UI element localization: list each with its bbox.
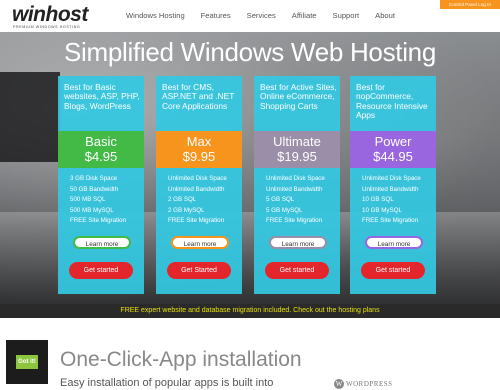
plan-price: $9.95	[182, 149, 216, 164]
cookie-consent-box: Got it!	[6, 340, 48, 384]
get-started-button[interactable]: Get started	[69, 262, 133, 279]
get-started-button[interactable]: Get Started	[167, 262, 231, 279]
plan-price-band: Ultimate $19.95	[254, 131, 340, 168]
feature-item: 2 GB MySQL	[168, 206, 205, 214]
plan-name: Ultimate	[273, 134, 321, 149]
one-click-section: One-Click-App installation Easy installa…	[0, 318, 500, 390]
feature-item: Unlimited Disk Space	[266, 175, 325, 182]
plan-features: Unlimited Disk Space Unlimited Bandwidth…	[362, 174, 421, 227]
learn-more-button[interactable]: Learn more	[171, 236, 229, 249]
feature-item: 500 MB SQL	[70, 196, 106, 203]
feature-item: 500 MB MySQL	[70, 206, 114, 214]
plan-features: Unlimited Disk Space Unlimited Bandwidth…	[266, 174, 325, 227]
plan-card-ultimate: Best for Active Sites, Online eCommerce,…	[254, 76, 340, 294]
nav-features[interactable]: Features	[201, 11, 231, 20]
nav-support[interactable]: Support	[333, 11, 360, 20]
plan-features: Unlimited Disk Space Unlimited Bandwidth…	[168, 174, 227, 227]
migration-promo-bar[interactable]: FREE expert website and database migrati…	[0, 304, 500, 318]
plan-description: Best for CMS, ASP.NET and .NET Core Appl…	[162, 82, 235, 111]
plan-price: $19.95	[277, 149, 317, 164]
nav-windows-hosting[interactable]: Windows Hosting	[126, 11, 185, 20]
plan-name: Max	[186, 134, 212, 149]
feature-item: Unlimited Disk Space	[362, 175, 421, 182]
one-click-title: One-Click-App installation	[60, 348, 302, 371]
control-panel-login-button[interactable]: Control Panel Log In	[440, 0, 500, 9]
feature-item: 50 GB Bandwidth	[70, 185, 119, 193]
feature-item: Unlimited Bandwidth	[168, 185, 225, 193]
learn-more-button[interactable]: Learn more	[73, 236, 131, 249]
feature-item: FREE Site Migration	[266, 217, 323, 224]
wordpress-logo: W WORDPRESS	[334, 378, 394, 390]
feature-item: 10 GB MySQL	[362, 206, 402, 214]
plan-description: Best for Basic websites, ASP, PHP, Blogs…	[64, 82, 140, 111]
plan-name: Basic	[85, 134, 117, 149]
feature-item: Unlimited Bandwidth	[266, 185, 323, 193]
plan-description: Best for nopCommerce, Resource Intensive…	[356, 82, 428, 121]
winhost-logo[interactable]: winhost PREMIUM WINDOWS HOSTING	[12, 3, 116, 31]
nav-about[interactable]: About	[375, 11, 395, 20]
feature-item: 5 GB MySQL	[266, 206, 303, 214]
plan-price-band: Power $44.95	[350, 131, 436, 168]
feature-item: 2 GB SQL	[168, 196, 197, 203]
feature-item: 3 GB Disk Space	[70, 175, 118, 182]
wordpress-wordmark: WORDPRESS	[346, 380, 393, 388]
plan-price-band: Max $9.95	[156, 131, 242, 168]
feature-item: FREE Site Migration	[362, 217, 419, 224]
feature-item: 10 GB SQL	[362, 196, 394, 203]
got-it-button[interactable]: Got it!	[16, 355, 38, 369]
hero-background-monitor	[0, 72, 60, 162]
plan-card-max: Best for CMS, ASP.NET and .NET Core Appl…	[156, 76, 242, 294]
hero-section: Simplified Windows Web Hosting Best for …	[0, 32, 500, 304]
plan-name: Power	[374, 134, 412, 149]
plan-card-power: Best for nopCommerce, Resource Intensive…	[350, 76, 436, 294]
feature-item: Unlimited Disk Space	[168, 175, 227, 182]
one-click-subtitle: Easy installation of popular apps is bui…	[60, 377, 274, 389]
plan-description: Best for Active Sites, Online eCommerce,…	[260, 82, 337, 111]
learn-more-button[interactable]: Learn more	[269, 236, 327, 249]
hero-title: Simplified Windows Web Hosting	[64, 37, 436, 67]
plan-price: $4.95	[84, 149, 118, 164]
logo-wordmark: winhost	[12, 3, 88, 26]
plan-card-basic: Best for Basic websites, ASP, PHP, Blogs…	[58, 76, 144, 294]
site-header: winhost PREMIUM WINDOWS HOSTING Windows …	[0, 0, 500, 32]
plan-price: $44.95	[373, 149, 413, 164]
get-started-button[interactable]: Get started	[361, 262, 425, 279]
feature-item: FREE Site Migration	[168, 217, 225, 224]
learn-more-button[interactable]: Learn more	[365, 236, 423, 249]
plan-price-band: Basic $4.95	[58, 131, 144, 168]
nav-affiliate[interactable]: Affiliate	[292, 11, 317, 20]
logo-tagline: PREMIUM WINDOWS HOSTING	[13, 25, 81, 29]
nav-services[interactable]: Services	[247, 11, 276, 20]
plan-features: 3 GB Disk Space 50 GB Bandwidth 500 MB S…	[70, 174, 126, 227]
feature-item: 5 GB SQL	[266, 196, 295, 203]
get-started-button[interactable]: Get started	[265, 262, 329, 279]
feature-item: FREE Site Migration	[70, 217, 127, 224]
main-nav: Windows Hosting Features Services Affili…	[126, 11, 411, 20]
wordpress-icon: W	[334, 379, 344, 389]
feature-item: Unlimited Bandwidth	[362, 185, 419, 193]
